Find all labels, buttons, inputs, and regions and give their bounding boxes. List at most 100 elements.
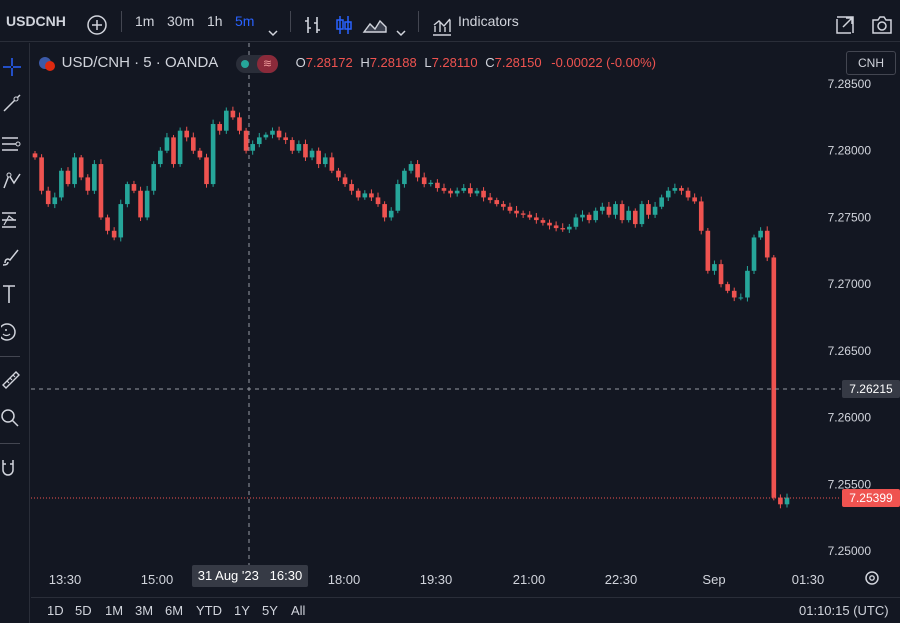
brush-icon[interactable] (1, 245, 23, 267)
settings-gear-icon[interactable] (865, 571, 879, 585)
candle (250, 140, 255, 155)
magnet-icon[interactable] (1, 457, 23, 479)
candle (474, 187, 480, 197)
candle (78, 154, 84, 181)
candle (138, 186, 143, 222)
time-axis[interactable]: 13:30 15:00 18:00 19:30 21:00 22:30 Sep 01:30 (49, 572, 825, 587)
symbol-title[interactable]: USD/CNH · 5 · OANDA (62, 54, 219, 71)
candle (171, 134, 176, 168)
candle-body (606, 206, 612, 215)
emoji-icon[interactable] (0, 321, 23, 343)
candle (303, 139, 308, 161)
candle (289, 137, 295, 154)
candle-body (59, 170, 64, 198)
pattern-icon[interactable] (1, 170, 23, 192)
candle-body (586, 214, 592, 221)
candle-body (270, 130, 275, 135)
interval-5m-active[interactable]: 5m (235, 0, 254, 42)
zoom-in-icon[interactable] (1, 407, 23, 429)
price-tick-label: 7.27500 (828, 210, 872, 224)
interval-30m[interactable]: 30m (167, 0, 194, 42)
ruler-icon[interactable] (1, 368, 23, 390)
chart-pane[interactable]: 7.28500 7.28000 7.27500 7.27000 7.26500 7.260… (31, 43, 900, 623)
candle (408, 160, 414, 174)
chart-legend: USD/CNH · 5 · OANDA ≋ O7.28172 H7.28188 … (38, 52, 656, 74)
bar-chart-icon[interactable] (302, 10, 324, 33)
candle (105, 214, 110, 235)
interval-1m[interactable]: 1m (135, 0, 154, 42)
candle (652, 201, 658, 218)
candle-body (652, 206, 658, 215)
candle (184, 126, 190, 142)
text-tool-icon[interactable] (1, 283, 23, 305)
candle (204, 153, 209, 188)
symbol-search[interactable]: USDCNH (6, 0, 66, 42)
candle-body (784, 497, 790, 505)
candle (784, 493, 790, 508)
fullscreen-icon[interactable] (834, 10, 856, 34)
candle (527, 211, 533, 220)
candle (39, 154, 44, 195)
candle (659, 194, 664, 210)
candle (309, 148, 315, 161)
camera-icon[interactable] (870, 10, 894, 34)
candle (547, 219, 552, 230)
range-all[interactable]: All (291, 598, 305, 623)
range-6m[interactable]: 6M (165, 598, 183, 623)
range-ytd[interactable]: YTD (196, 598, 222, 623)
candle-body (758, 230, 763, 238)
interval-1h[interactable]: 1h (207, 0, 223, 42)
candle (718, 259, 724, 288)
time-tick-label: 13:30 (49, 572, 82, 587)
candle-body (454, 190, 460, 194)
crosshair-icon[interactable] (1, 56, 23, 78)
market-status-badge[interactable]: ≋ (235, 54, 278, 73)
candle (52, 192, 58, 209)
market-open-dot-icon (240, 59, 249, 68)
candle (646, 200, 651, 219)
toolbar-divider (290, 11, 291, 32)
candle (494, 197, 500, 207)
candle-body (738, 297, 744, 299)
range-1d[interactable]: 1D (47, 598, 64, 623)
trend-line-icon[interactable] (1, 92, 23, 114)
flag-icon (38, 55, 56, 73)
candle (158, 147, 163, 168)
candle (32, 150, 38, 160)
area-chart-icon[interactable] (362, 10, 388, 33)
range-5y[interactable]: 5Y (262, 598, 278, 623)
indicators-button[interactable]: Indicators (458, 0, 519, 42)
candle (395, 179, 401, 214)
candle (580, 210, 585, 222)
compare-add-icon[interactable] (86, 10, 108, 35)
candle-body (105, 217, 110, 231)
forecast-icon[interactable] (1, 209, 23, 231)
currency-button[interactable]: CNH (846, 51, 896, 75)
candle-body (184, 130, 190, 138)
fib-retracement-icon[interactable] (1, 133, 23, 155)
range-1m[interactable]: 1M (105, 598, 123, 623)
chevron-down-icon[interactable] (394, 14, 408, 37)
range-1y[interactable]: 1Y (234, 598, 250, 623)
candle-body (322, 157, 328, 165)
chevron-down-icon[interactable] (266, 14, 280, 37)
candle-body (32, 153, 38, 158)
candle-body (474, 190, 480, 194)
range-5d[interactable]: 5D (75, 598, 92, 623)
utc-clock[interactable]: 01:10:15 (UTC) (799, 598, 889, 623)
range-3m[interactable]: 3M (135, 598, 153, 623)
candle (639, 200, 645, 227)
candle-body (144, 190, 150, 218)
candles-icon[interactable] (333, 10, 355, 34)
candle (613, 201, 618, 219)
price-axis[interactable]: 7.28500 7.28000 7.27500 7.27000 7.26500 7.260… (828, 77, 872, 558)
candle (534, 213, 539, 224)
price-chart[interactable]: 7.28500 7.28000 7.27500 7.27000 7.26500 7.260… (31, 43, 900, 623)
price-tick-label: 7.28000 (828, 144, 872, 158)
indicators-icon[interactable] (431, 11, 453, 36)
candle-body (428, 182, 434, 185)
candle (342, 173, 348, 187)
candle (514, 205, 519, 218)
candle (362, 190, 368, 200)
candle (223, 107, 229, 134)
